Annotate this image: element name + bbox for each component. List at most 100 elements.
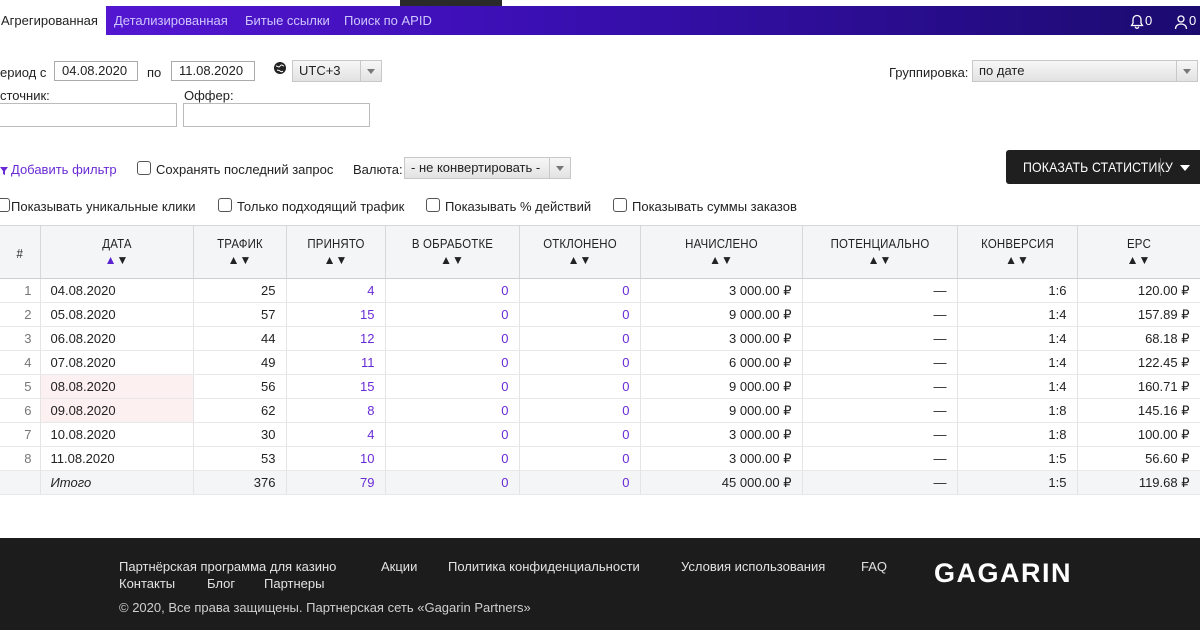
- currency-select[interactable]: - не конвертировать -: [404, 157, 571, 179]
- col-header-credited[interactable]: НАЧИСЛЕНО ▲▼: [640, 225, 803, 279]
- sort-arrows-icon[interactable]: ▲▼: [287, 253, 385, 267]
- row-traffic: 62: [193, 398, 287, 423]
- footer-link-partners[interactable]: Партнеры: [264, 576, 324, 591]
- row-processing[interactable]: 0: [385, 374, 520, 399]
- row-potential: —: [802, 446, 958, 471]
- row-epc: 56.60 ₽: [1077, 446, 1200, 471]
- sort-arrows-icon[interactable]: ▲▼: [641, 253, 802, 267]
- total-accepted[interactable]: 79: [286, 470, 386, 495]
- sort-arrows-icon[interactable]: ▲▼: [41, 253, 193, 267]
- save-last-query-checkbox[interactable]: [137, 161, 151, 175]
- footer-link-faq[interactable]: FAQ: [861, 559, 887, 574]
- row-rejected[interactable]: 0: [519, 446, 641, 471]
- total-processing[interactable]: 0: [385, 470, 520, 495]
- footer-link-contacts[interactable]: Контакты: [119, 576, 175, 591]
- row-processing[interactable]: 0: [385, 398, 520, 423]
- row-epc: 122.45 ₽: [1077, 350, 1200, 375]
- grouping-select[interactable]: по дате: [972, 60, 1198, 82]
- row-accepted[interactable]: 4: [286, 278, 386, 303]
- row-traffic: 57: [193, 302, 287, 327]
- col-header-conversion[interactable]: КОНВЕРСИЯ ▲▼: [957, 225, 1078, 279]
- source-input[interactable]: [0, 103, 177, 127]
- col-header-label: #: [16, 246, 24, 261]
- row-accepted[interactable]: 4: [286, 422, 386, 447]
- sort-arrows-icon[interactable]: ▲▼: [386, 253, 519, 267]
- row-rejected[interactable]: 0: [519, 326, 641, 351]
- row-processing[interactable]: 0: [385, 350, 520, 375]
- total-rejected[interactable]: 0: [519, 470, 641, 495]
- grouping-value: по дате: [979, 63, 1025, 78]
- row-accepted[interactable]: 12: [286, 326, 386, 351]
- row-conversion: 1:4: [957, 374, 1078, 399]
- show-stats-button[interactable]: ПОКАЗАТЬ СТАТИСТИКУ: [1006, 150, 1200, 184]
- user-menu-button[interactable]: 0: [1173, 6, 1196, 35]
- row-potential: —: [802, 422, 958, 447]
- row-number: 7: [0, 422, 41, 447]
- table-row: 7 10.08.2020 30 4 0 0 3 000.00 ₽ — 1:8 1…: [0, 422, 1200, 447]
- footer-link-blog[interactable]: Блог: [207, 576, 235, 591]
- timezone-select[interactable]: UTC+3: [292, 60, 382, 82]
- row-processing[interactable]: 0: [385, 302, 520, 327]
- row-accepted[interactable]: 15: [286, 302, 386, 327]
- col-header-label: EPC: [1126, 236, 1151, 251]
- total-label: Итого: [40, 470, 194, 495]
- offer-input[interactable]: [183, 103, 370, 127]
- row-accepted[interactable]: 11: [286, 350, 386, 375]
- tab-apid-search[interactable]: Поиск по APID: [344, 6, 432, 35]
- row-credited: 9 000.00 ₽: [640, 374, 803, 399]
- suitable-traffic-checkbox[interactable]: [218, 198, 232, 212]
- notifications-button[interactable]: 0: [1129, 6, 1152, 35]
- date-to-input[interactable]: 11.08.2020: [171, 61, 255, 81]
- gagarin-logo[interactable]: GAGARIN: [934, 558, 1072, 589]
- footer-link-casino-program[interactable]: Партнёрская программа для казино: [119, 559, 336, 574]
- action-percent-checkbox[interactable]: [426, 198, 440, 212]
- total-potential: —: [802, 470, 958, 495]
- add-filter-label: Добавить фильтр: [11, 162, 117, 177]
- row-rejected[interactable]: 0: [519, 398, 641, 423]
- row-conversion: 1:6: [957, 278, 1078, 303]
- footer-link-promotions[interactable]: Акции: [381, 559, 417, 574]
- row-number: 3: [0, 326, 41, 351]
- order-sums-checkbox[interactable]: [613, 198, 627, 212]
- tab-broken-links[interactable]: Битые ссылки: [245, 6, 330, 35]
- sort-arrows-icon[interactable]: ▲▼: [803, 253, 957, 267]
- row-processing[interactable]: 0: [385, 326, 520, 351]
- footer-link-privacy[interactable]: Политика конфиденциальности: [448, 559, 640, 574]
- row-processing[interactable]: 0: [385, 446, 520, 471]
- row-accepted[interactable]: 15: [286, 374, 386, 399]
- sort-arrows-icon[interactable]: ▲▼: [1078, 253, 1200, 267]
- row-accepted[interactable]: 10: [286, 446, 386, 471]
- col-header-potential[interactable]: ПОТЕНЦИАЛЬНО ▲▼: [802, 225, 958, 279]
- row-rejected[interactable]: 0: [519, 278, 641, 303]
- tab-detailed[interactable]: Детализированная: [114, 6, 228, 35]
- sort-arrows-icon[interactable]: ▲▼: [194, 253, 286, 267]
- row-accepted[interactable]: 8: [286, 398, 386, 423]
- row-rejected[interactable]: 0: [519, 302, 641, 327]
- col-header-date[interactable]: ДАТА ▲▼: [40, 225, 194, 279]
- total-epc: 119.68 ₽: [1077, 470, 1200, 495]
- bell-icon: [1130, 14, 1144, 29]
- sort-arrows-icon[interactable]: ▲▼: [958, 253, 1077, 267]
- row-rejected[interactable]: 0: [519, 422, 641, 447]
- row-processing[interactable]: 0: [385, 278, 520, 303]
- sort-arrows-icon[interactable]: ▲▼: [520, 253, 640, 267]
- caret-down-icon[interactable]: [1180, 165, 1190, 171]
- row-number: 2: [0, 302, 41, 327]
- row-conversion: 1:4: [957, 350, 1078, 375]
- add-filter-link[interactable]: Добавить фильтр: [0, 162, 117, 177]
- row-processing[interactable]: 0: [385, 422, 520, 447]
- row-rejected[interactable]: 0: [519, 374, 641, 399]
- col-header-traffic[interactable]: ТРАФИК ▲▼: [193, 225, 287, 279]
- footer-link-terms[interactable]: Условия использования: [681, 559, 825, 574]
- unique-clicks-checkbox[interactable]: [0, 198, 10, 212]
- row-rejected[interactable]: 0: [519, 350, 641, 375]
- tab-aggregated[interactable]: Агрегированная: [0, 6, 106, 35]
- col-header-epc[interactable]: EPC ▲▼: [1077, 225, 1200, 279]
- col-header-accepted[interactable]: ПРИНЯТО ▲▼: [286, 225, 386, 279]
- row-date: 05.08.2020: [40, 302, 194, 327]
- col-header-rejected[interactable]: ОТКЛОНЕНО ▲▼: [519, 225, 641, 279]
- date-from-input[interactable]: 04.08.2020: [54, 61, 138, 81]
- row-conversion: 1:5: [957, 446, 1078, 471]
- col-header-processing[interactable]: В ОБРАБОТКЕ ▲▼: [385, 225, 520, 279]
- row-date: 07.08.2020: [40, 350, 194, 375]
